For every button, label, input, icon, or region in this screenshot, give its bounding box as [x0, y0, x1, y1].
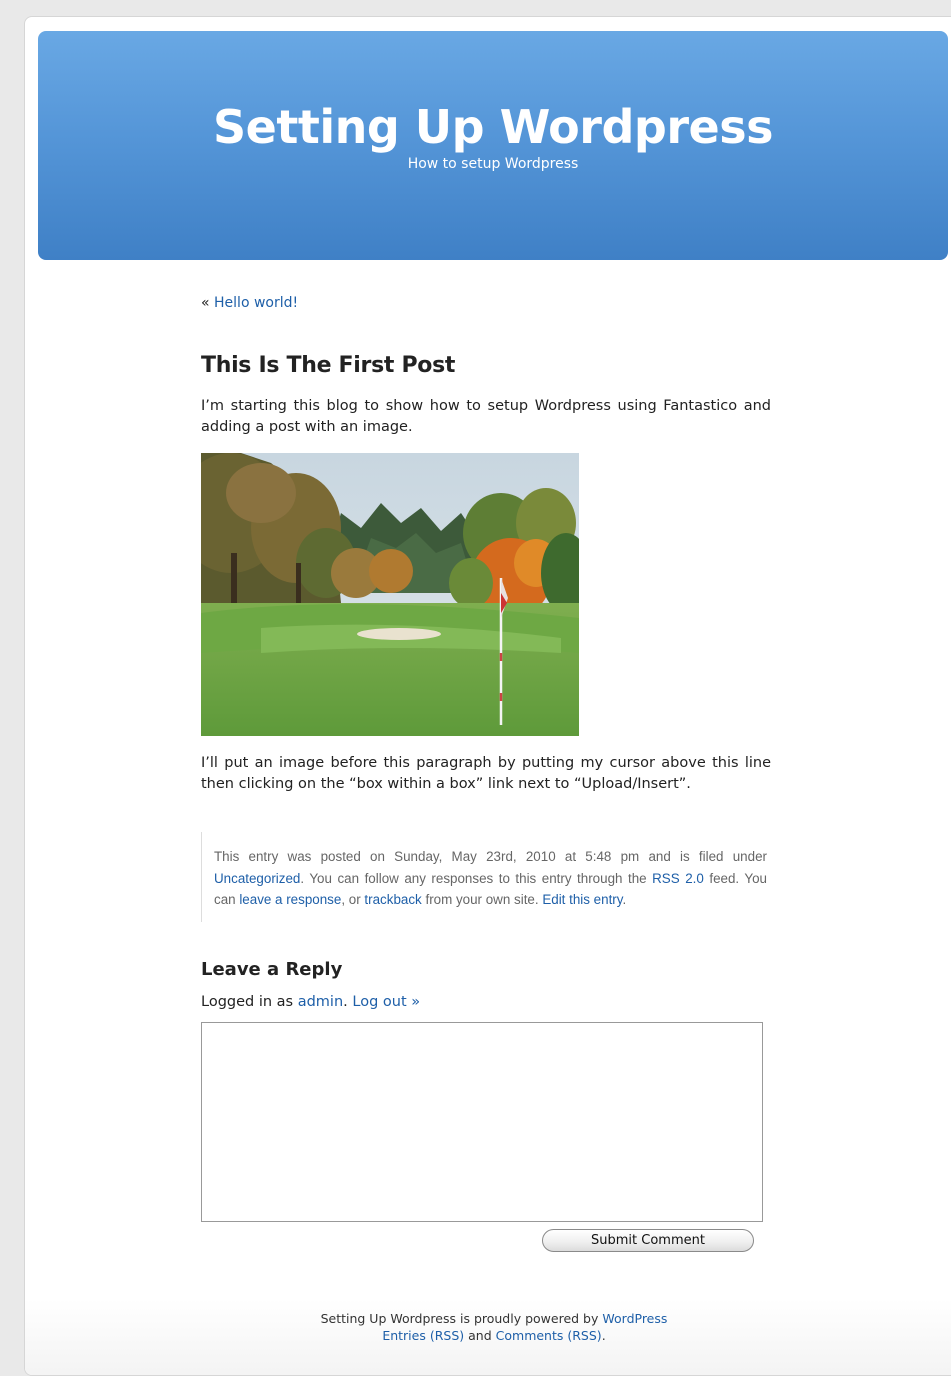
footer-and-text: and: [468, 1328, 492, 1343]
blog-title-link[interactable]: Setting Up Wordpress: [38, 97, 948, 157]
category-link[interactable]: Uncategorized: [214, 871, 300, 886]
footer-end-punct: .: [601, 1328, 606, 1343]
footer-text: Setting Up Wordpress is proudly powered …: [25, 1299, 951, 1344]
footer-powered-prefix: Setting Up Wordpress is proudly powered …: [320, 1311, 599, 1326]
meta-text-4: , or: [341, 892, 361, 907]
site-footer: Setting Up Wordpress is proudly powered …: [25, 1299, 951, 1375]
user-link[interactable]: admin: [298, 994, 343, 1010]
post-title: This Is The First Post: [201, 353, 456, 378]
logged-in-prefix: Logged in as: [201, 994, 294, 1010]
submit-comment-button[interactable]: Submit Comment: [542, 1229, 754, 1252]
prev-arrow: «: [201, 295, 210, 311]
blog-description: How to setup Wordpress: [407, 156, 579, 172]
post-paragraph-1: I’m starting this blog to show how to se…: [201, 398, 771, 435]
meta-text-6: .: [622, 892, 627, 907]
post-paragraph-2: I’ll put an image before this paragraph …: [201, 755, 771, 792]
logged-in-line: Logged in as admin. Log out »: [201, 991, 771, 1013]
golf-course-image: [201, 453, 579, 736]
wordpress-link[interactable]: WordPress: [602, 1311, 667, 1326]
comment-textarea[interactable]: [201, 1022, 763, 1222]
previous-post-link[interactable]: Hello world!: [214, 295, 298, 311]
page-container: Setting Up Wordpress How to setup Wordpr…: [24, 16, 951, 1376]
meta-text-1: This entry was posted on Sunday, May 23r…: [214, 849, 767, 864]
rss-feed-link[interactable]: RSS 2.0: [652, 871, 704, 886]
previous-post-navigation: « Hello world!: [201, 293, 771, 313]
logout-link[interactable]: Log out »: [352, 994, 420, 1010]
entries-rss-link[interactable]: Entries (RSS): [382, 1328, 464, 1343]
meta-text-5: from your own site.: [425, 892, 539, 907]
leave-response-link[interactable]: leave a response: [239, 892, 341, 907]
trackback-link[interactable]: trackback: [364, 892, 421, 907]
post-metadata: This entry was posted on Sunday, May 23r…: [201, 832, 767, 922]
edit-entry-link[interactable]: Edit this entry: [542, 892, 622, 907]
reply-title: Leave a Reply: [201, 959, 343, 980]
meta-text-2: . You can follow any responses to this e…: [300, 870, 647, 886]
comments-rss-link[interactable]: Comments (RSS): [496, 1328, 602, 1343]
post-image: [201, 453, 579, 736]
site-header: Setting Up Wordpress How to setup Wordpr…: [38, 31, 948, 260]
logged-in-separator: .: [343, 994, 348, 1010]
